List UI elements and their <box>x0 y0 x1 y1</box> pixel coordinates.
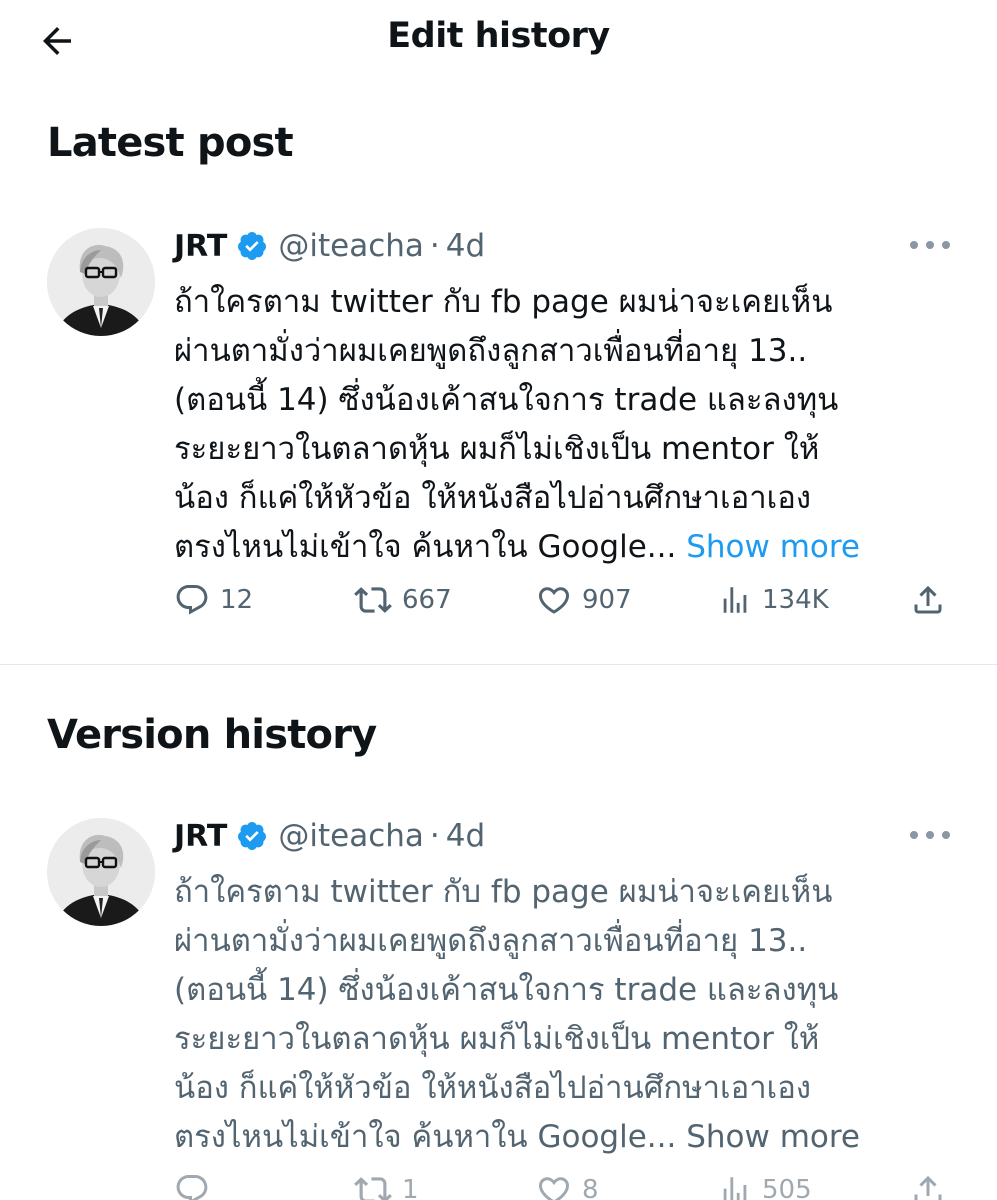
post-time[interactable]: 4d <box>446 818 485 854</box>
avatar[interactable] <box>47 228 155 336</box>
version-history-heading: Version history <box>47 712 377 758</box>
post-text-last-line: ตรงไหนไม่เข้าใจ ค้นหาใน Google... Show m… <box>174 523 924 572</box>
heart-icon <box>538 587 570 614</box>
repost-button[interactable]: 1 <box>354 1168 419 1200</box>
views-chart-icon <box>723 587 747 613</box>
like-count: 8 <box>582 1175 599 1200</box>
post-actions: 12 667 907 134K <box>174 578 954 622</box>
reply-button[interactable]: 12 <box>174 578 253 622</box>
share-icon <box>914 1175 942 1200</box>
latest-post-heading: Latest post <box>47 120 294 166</box>
separator-dot: · <box>429 228 440 264</box>
share-button[interactable] <box>910 1168 946 1200</box>
post-time[interactable]: 4d <box>446 228 485 264</box>
more-options-button[interactable] <box>910 230 950 260</box>
section-divider <box>0 664 997 665</box>
post-text-line: ผ่านตามั่งว่าผมเคยพูดถึงลูกสาวเพื่อนที่อ… <box>174 923 808 959</box>
post-text-line: ตรงไหนไม่เข้าใจ ค้นหาใน Google... <box>174 1119 677 1155</box>
post-text-line: ระยะยาวในตลาดหุ้น ผมก็ไม่เชิงเป็น mentor… <box>174 1021 820 1057</box>
avatar[interactable] <box>47 818 155 926</box>
more-dot-icon <box>910 831 918 839</box>
post-text-line: (ตอนนี้ 14) ซึ่งน้องเค้าสนใจการ trade แล… <box>174 382 839 418</box>
views-chart-icon <box>723 1177 747 1200</box>
share-button[interactable] <box>910 578 946 622</box>
author-handle[interactable]: @iteacha <box>278 818 424 854</box>
more-dot-icon <box>926 831 934 839</box>
views-button[interactable]: 134K <box>718 578 829 622</box>
views-count: 134K <box>762 585 829 615</box>
post-meta: JRT @iteacha · 4d <box>174 816 485 856</box>
reply-icon <box>176 1175 208 1200</box>
views-count: 505 <box>762 1175 812 1200</box>
more-dot-icon <box>910 241 918 249</box>
post-text-line: ระยะยาวในตลาดหุ้น ผมก็ไม่เชิงเป็น mentor… <box>174 431 820 467</box>
version-post[interactable]: JRT @iteacha · 4d ถ้าใครตาม twitter กับ … <box>0 816 997 1200</box>
more-options-button[interactable] <box>910 820 950 850</box>
more-dot-icon <box>942 241 950 249</box>
post-text-line: ผ่านตามั่งว่าผมเคยพูดถึงลูกสาวเพื่อนที่อ… <box>174 333 808 369</box>
page-title: Edit history <box>387 16 610 56</box>
post-text-line: (ตอนนี้ 14) ซึ่งน้องเค้าสนใจการ trade แล… <box>174 972 839 1008</box>
author-handle[interactable]: @iteacha <box>278 228 424 264</box>
show-more-link[interactable]: Show more <box>686 1119 860 1155</box>
post-meta: JRT @iteacha · 4d <box>174 226 485 266</box>
show-more-link[interactable]: Show more <box>686 529 860 565</box>
post-text-last-line: ตรงไหนไม่เข้าใจ ค้นหาใน Google... Show m… <box>174 1113 924 1162</box>
more-dot-icon <box>926 241 934 249</box>
post-text-line: ตรงไหนไม่เข้าใจ ค้นหาใน Google... <box>174 529 677 565</box>
reply-button[interactable] <box>174 1168 220 1200</box>
post-text-line: ถ้าใครตาม twitter กับ fb page ผมน่าจะเคย… <box>174 284 833 320</box>
verified-badge-icon <box>236 820 268 852</box>
latest-post[interactable]: JRT @iteacha · 4d ถ้าใครตาม twitter กับ … <box>0 226 997 666</box>
verified-badge-icon <box>236 230 268 262</box>
like-count: 907 <box>582 585 632 615</box>
reply-icon <box>176 585 208 615</box>
post-text-line: น้อง ก็แค่ให้หัวข้อ ให้หนังสือไปอ่านศึกษ… <box>174 480 811 516</box>
post-text: ถ้าใครตาม twitter กับ fb page ผมน่าจะเคย… <box>174 278 924 572</box>
share-icon <box>914 585 942 614</box>
like-button[interactable]: 8 <box>536 1168 599 1200</box>
repost-icon <box>354 587 392 613</box>
reply-count: 12 <box>220 585 254 615</box>
repost-button[interactable]: 667 <box>354 578 452 622</box>
top-bar: Edit history <box>0 0 997 82</box>
repost-icon <box>354 1177 392 1200</box>
author-name[interactable]: JRT <box>174 229 227 264</box>
repost-count: 667 <box>402 585 452 615</box>
post-text-line: น้อง ก็แค่ให้หัวข้อ ให้หนังสือไปอ่านศึกษ… <box>174 1070 811 1106</box>
views-button[interactable]: 505 <box>718 1168 812 1200</box>
more-dot-icon <box>942 831 950 839</box>
post-text-line: ถ้าใครตาม twitter กับ fb page ผมน่าจะเคย… <box>174 874 833 910</box>
repost-count: 1 <box>402 1175 419 1200</box>
post-text: ถ้าใครตาม twitter กับ fb page ผมน่าจะเคย… <box>174 868 924 1162</box>
author-name[interactable]: JRT <box>174 819 227 854</box>
separator-dot: · <box>429 818 440 854</box>
heart-icon <box>539 1177 569 1200</box>
like-button[interactable]: 907 <box>536 578 632 622</box>
post-actions: 1 8 505 <box>174 1168 954 1200</box>
